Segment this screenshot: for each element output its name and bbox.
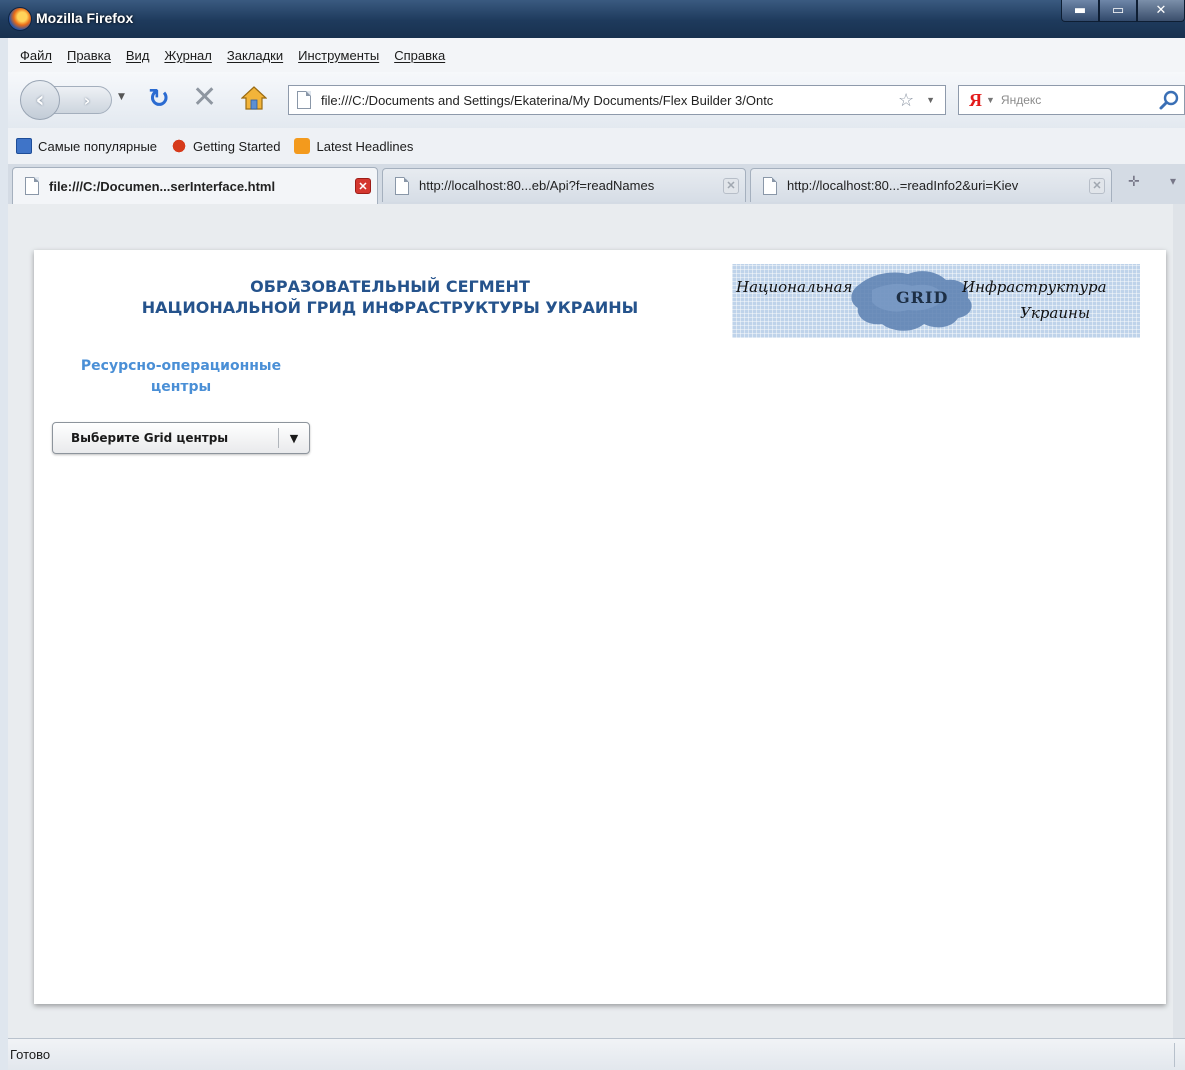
url-bar[interactable]: file:///C:/Documents and Settings/Ekater… bbox=[288, 85, 946, 115]
page-content: ОБРАЗОВАТЕЛЬНЫЙ СЕГМЕНТ НАЦИОНАЛЬНОЙ ГРИ… bbox=[8, 204, 1185, 1038]
browser-window: Mozilla Firefox ▬ ▭ ✕ Файл Правка Вид Жу… bbox=[0, 0, 1185, 1070]
search-input[interactable]: Яндекс bbox=[1001, 93, 1158, 107]
tab-close-icon[interactable]: ✕ bbox=[355, 178, 371, 194]
search-icon[interactable] bbox=[1158, 89, 1180, 111]
app-panel: ОБРАЗОВАТЕЛЬНЫЙ СЕГМЕНТ НАЦИОНАЛЬНОЙ ГРИ… bbox=[34, 250, 1166, 1004]
forward-arrow-icon: › bbox=[83, 90, 91, 110]
tab-strip: file:///C:/Documen...serInterface.html ✕… bbox=[8, 164, 1185, 205]
menu-history[interactable]: Журнал bbox=[164, 48, 211, 63]
banner-text-infrastructure: Инфраструктура bbox=[962, 278, 1107, 296]
menu-bookmarks[interactable]: Закладки bbox=[227, 48, 283, 63]
resource-centers-label-line2: центры bbox=[150, 379, 212, 395]
bookmark-getting-started[interactable]: Getting Started bbox=[171, 138, 280, 154]
navigation-toolbar: › ‹ ▼ ↻ ✕ file:///C:/Documents and Setti… bbox=[8, 72, 1185, 129]
tab-list-dropdown-icon[interactable]: ▾ bbox=[1170, 174, 1176, 188]
forward-button[interactable]: › bbox=[54, 86, 112, 114]
back-arrow-icon: ‹ bbox=[35, 87, 45, 113]
close-button[interactable]: ✕ bbox=[1137, 0, 1185, 22]
page-icon bbox=[25, 177, 39, 195]
tab-title: file:///C:/Documen...serInterface.html bbox=[49, 178, 276, 194]
bookmark-label: Getting Started bbox=[193, 138, 281, 154]
url-text[interactable]: file:///C:/Documents and Settings/Ekater… bbox=[321, 93, 892, 108]
resource-centers-label-line1: Ресурсно-операционные bbox=[80, 358, 282, 374]
back-button[interactable]: ‹ bbox=[20, 80, 60, 120]
page-icon bbox=[763, 176, 777, 195]
stop-icon[interactable]: ✕ bbox=[192, 83, 217, 113]
getting-started-icon bbox=[171, 138, 188, 154]
minimize-button[interactable]: ▬ bbox=[1061, 0, 1099, 22]
tab-read-names[interactable]: http://localhost:80...eb/Api?f=readNames… bbox=[382, 168, 746, 202]
search-bar[interactable]: Я ▼ Яндекс bbox=[958, 85, 1185, 115]
tab-close-icon[interactable]: ✕ bbox=[1089, 177, 1105, 194]
url-dropdown-icon[interactable]: ▼ bbox=[926, 95, 935, 105]
tab-title: http://localhost:80...=readInfo2&uri=Kie… bbox=[787, 178, 1019, 193]
status-bar: Готово bbox=[8, 1038, 1185, 1070]
grid-infrastructure-banner: Национальная GRID Инфраструктура Украины bbox=[732, 264, 1140, 338]
reload-icon[interactable]: ↻ bbox=[148, 85, 170, 113]
page-icon bbox=[297, 91, 311, 109]
yandex-engine-icon[interactable]: Я bbox=[969, 90, 982, 111]
bookmark-star-icon[interactable]: ☆ bbox=[898, 90, 914, 111]
resource-centers-label: Ресурсно-операционные центры bbox=[56, 356, 306, 398]
bookmarks-toolbar: Самые популярные Getting Started Latest … bbox=[8, 128, 1185, 165]
home-icon[interactable] bbox=[241, 85, 267, 111]
grid-centers-dropdown-value: Выберите Grid центры bbox=[71, 431, 229, 445]
banner-grid-logo: GRID bbox=[896, 288, 949, 307]
menu-bar: Файл Правка Вид Журнал Закладки Инструме… bbox=[8, 38, 1185, 73]
chevron-down-icon[interactable]: ▼ bbox=[279, 432, 309, 445]
maximize-button[interactable]: ▭ bbox=[1099, 0, 1137, 22]
banner-text-national: Национальная bbox=[736, 278, 853, 296]
page-title-line2: НАЦИОНАЛЬНОЙ ГРИД ИНФРАСТРУКТУРЫ УКРАИНЫ bbox=[141, 298, 639, 317]
status-divider bbox=[1174, 1043, 1175, 1067]
window-controls: ▬ ▭ ✕ bbox=[1061, 0, 1185, 24]
status-text: Готово bbox=[10, 1047, 51, 1062]
menu-file[interactable]: Файл bbox=[20, 48, 52, 63]
bookmark-latest-headlines[interactable]: Latest Headlines bbox=[294, 138, 413, 154]
bookmark-label: Самые популярные bbox=[38, 138, 158, 154]
firefox-logo-icon bbox=[8, 7, 32, 31]
back-forward-group: › ‹ ▼ bbox=[20, 80, 134, 120]
tab-close-icon[interactable]: ✕ bbox=[723, 177, 739, 194]
new-tab-icon[interactable]: ✛ bbox=[1128, 174, 1140, 190]
title-bar: Mozilla Firefox ▬ ▭ ✕ bbox=[0, 0, 1185, 38]
window-title: Mozilla Firefox bbox=[36, 10, 134, 26]
page-title: ОБРАЗОВАТЕЛЬНЫЙ СЕГМЕНТ НАЦИОНАЛЬНОЙ ГРИ… bbox=[70, 276, 710, 318]
history-dropdown-icon[interactable]: ▼ bbox=[118, 92, 125, 102]
bookmark-folder-icon bbox=[16, 138, 32, 154]
rss-feed-icon bbox=[294, 138, 311, 154]
search-engine-dropdown-icon[interactable]: ▼ bbox=[986, 95, 995, 105]
page-icon bbox=[395, 176, 409, 195]
tab-title: http://localhost:80...eb/Api?f=readNames bbox=[419, 178, 655, 193]
menu-tools[interactable]: Инструменты bbox=[298, 48, 379, 63]
tab-user-interface[interactable]: file:///C:/Documen...serInterface.html ✕ bbox=[12, 167, 378, 204]
bookmark-label: Latest Headlines bbox=[316, 138, 414, 154]
grid-centers-dropdown[interactable]: Выберите Grid центры ▼ bbox=[52, 422, 310, 454]
banner-text-ukraine: Украины bbox=[1020, 304, 1091, 322]
content-right-edge bbox=[1173, 204, 1185, 1038]
tab-read-info[interactable]: http://localhost:80...=readInfo2&uri=Kie… bbox=[750, 168, 1112, 202]
menu-view[interactable]: Вид bbox=[126, 48, 150, 63]
menu-edit[interactable]: Правка bbox=[67, 48, 111, 63]
page-title-line1: ОБРАЗОВАТЕЛЬНЫЙ СЕГМЕНТ bbox=[250, 277, 530, 296]
menu-help[interactable]: Справка bbox=[394, 48, 445, 63]
bookmark-most-popular[interactable]: Самые популярные bbox=[16, 138, 157, 154]
